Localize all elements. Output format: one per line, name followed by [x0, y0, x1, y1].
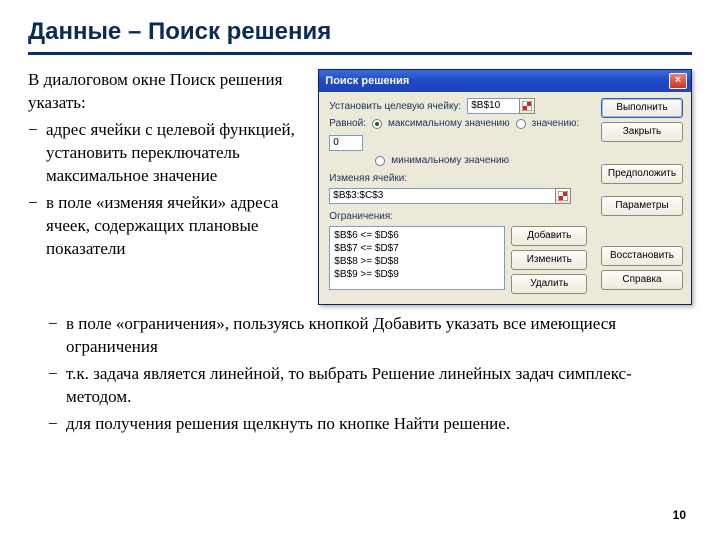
bullet: в поле «ограничения», пользуясь кнопкой … — [66, 313, 692, 359]
add-button[interactable]: Добавить — [511, 226, 587, 246]
solve-button[interactable]: Выполнить — [601, 98, 683, 118]
page-number: 10 — [673, 508, 686, 522]
list-item[interactable]: $B$6 <= $D$6 — [334, 229, 500, 242]
radio-min-label: минимальному значению — [391, 155, 509, 166]
slide-title: Данные – Поиск решения — [28, 18, 692, 55]
bullet: адрес ячейки с целевой функцией, установ… — [46, 119, 304, 188]
help-button[interactable]: Справка — [601, 270, 683, 290]
options-button[interactable]: Параметры — [601, 196, 683, 216]
radio-max[interactable] — [372, 119, 382, 129]
list-item[interactable]: $B$7 <= $D$7 — [334, 242, 500, 255]
radio-min[interactable] — [375, 156, 385, 166]
value-input[interactable]: 0 — [329, 135, 363, 151]
bullet: в поле «изменяя ячейки» адреса ячеек, со… — [46, 192, 304, 261]
intro-text: В диалоговом окне Поиск решения указать:… — [28, 69, 304, 305]
radio-value[interactable] — [516, 119, 526, 129]
bullet: т.к. задача является линейной, то выбрат… — [66, 363, 692, 409]
guess-button[interactable]: Предположить — [601, 164, 683, 184]
solver-dialog: Поиск решения × Установить целевую ячейк… — [318, 69, 692, 305]
changing-cells-label: Изменяя ячейки: — [329, 173, 593, 184]
list-item[interactable]: $B$9 >= $D$9 — [334, 268, 500, 281]
constraints-listbox[interactable]: $B$6 <= $D$6 $B$7 <= $D$7 $B$8 >= $D$8 $… — [329, 226, 505, 290]
list-item[interactable]: $B$8 >= $D$8 — [334, 255, 500, 268]
radio-max-label: максимальному значению — [388, 118, 510, 129]
changing-cells-input[interactable]: $B$3:$C$3 — [329, 188, 571, 204]
equal-label: Равной: — [329, 118, 366, 129]
intro-line: В диалоговом окне Поиск решения указать: — [28, 69, 304, 115]
delete-button[interactable]: Удалить — [511, 274, 587, 294]
ref-edit-icon[interactable] — [519, 98, 535, 114]
reset-button[interactable]: Восстановить — [601, 246, 683, 266]
target-cell-input[interactable]: $B$10 — [467, 98, 535, 114]
target-cell-label: Установить целевую ячейку: — [329, 101, 461, 112]
constraints-label: Ограничения: — [329, 211, 593, 222]
close-button[interactable]: Закрыть — [601, 122, 683, 142]
ref-edit-icon[interactable] — [555, 188, 571, 204]
change-button[interactable]: Изменить — [511, 250, 587, 270]
close-icon[interactable]: × — [669, 73, 687, 89]
radio-value-label: значению: — [532, 118, 580, 129]
bullet: для получения решения щелкнуть по кнопке… — [66, 413, 692, 436]
lower-text: в поле «ограничения», пользуясь кнопкой … — [28, 313, 692, 436]
dialog-titlebar[interactable]: Поиск решения × — [319, 70, 691, 92]
dialog-title: Поиск решения — [325, 75, 409, 87]
